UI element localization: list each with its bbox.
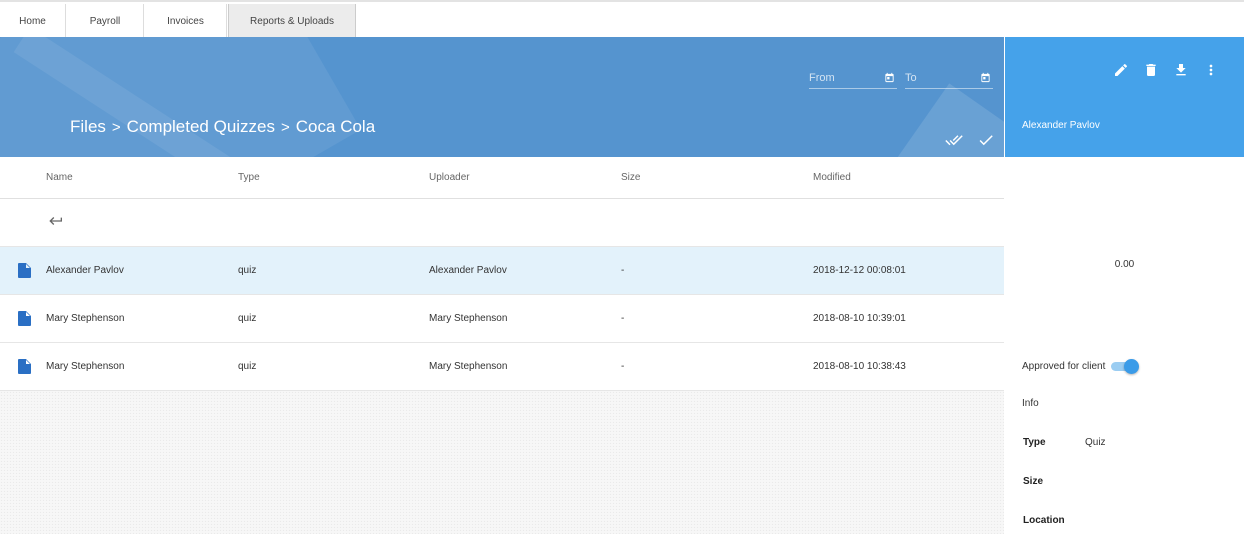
empty-area: [0, 391, 1004, 534]
files-table: Name Type Uploader Size Modified Alexand…: [0, 157, 1004, 391]
edit-icon[interactable]: [1113, 62, 1129, 78]
breadcrumb-separator: >: [111, 118, 121, 136]
info-heading: Info: [1022, 398, 1039, 409]
cell-modified: 2018-12-12 00:08:01: [813, 265, 906, 276]
calendar-icon[interactable]: [980, 72, 991, 83]
details-value: 0.00: [1114, 259, 1135, 270]
download-icon[interactable]: [1173, 62, 1189, 78]
file-icon: [18, 359, 31, 374]
cell-uploader: Mary Stephenson: [429, 313, 508, 324]
table-header-row: Name Type Uploader Size Modified: [0, 157, 1004, 199]
tab-label: Reports & Uploads: [250, 15, 334, 27]
more-vert-icon[interactable]: [1203, 62, 1219, 78]
tab-bar: Home Payroll Invoices Reports & Uploads: [0, 0, 1244, 39]
cell-size: -: [621, 265, 625, 276]
cell-type: quiz: [238, 361, 257, 372]
table-row[interactable]: Mary Stephenson quiz Mary Stephenson - 2…: [0, 295, 1004, 343]
tab-home[interactable]: Home: [0, 4, 66, 39]
cell-modified: 2018-08-10 10:38:43: [813, 361, 906, 372]
tab-label: Payroll: [89, 16, 121, 27]
check-icon[interactable]: [977, 131, 995, 149]
type-label: Type: [1023, 437, 1046, 448]
date-from-field[interactable]: From: [809, 67, 897, 89]
calendar-icon[interactable]: [884, 72, 895, 83]
cell-uploader: Mary Stephenson: [429, 361, 508, 372]
delete-icon[interactable]: [1143, 62, 1159, 78]
tab-invoices[interactable]: Invoices: [145, 4, 227, 39]
tab-reports-uploads[interactable]: Reports & Uploads: [228, 4, 356, 39]
date-to-placeholder: To: [905, 71, 917, 84]
cell-type: quiz: [238, 313, 257, 324]
breadcrumb-item-coca-cola: Coca Cola: [295, 117, 376, 136]
details-panel: Alexander Pavlov 0.00 Approved for clien…: [1005, 37, 1244, 534]
parent-folder-row[interactable]: [0, 199, 1004, 247]
return-arrow-icon[interactable]: [48, 213, 64, 229]
file-icon: [18, 263, 31, 278]
cell-type: quiz: [238, 265, 257, 276]
tab-payroll[interactable]: Payroll: [67, 4, 144, 39]
column-header-uploader[interactable]: Uploader: [429, 157, 470, 198]
breadcrumb-item-files[interactable]: Files: [70, 117, 106, 137]
cell-size: -: [621, 361, 625, 372]
breadcrumb: Files > Completed Quizzes > Coca Cola: [70, 117, 375, 137]
cell-modified: 2018-08-10 10:39:01: [813, 313, 906, 324]
date-from-placeholder: From: [809, 71, 835, 84]
breadcrumb-item-completed-quizzes[interactable]: Completed Quizzes: [127, 117, 275, 137]
approved-label: Approved for client: [1022, 360, 1106, 372]
approved-toggle[interactable]: [1111, 359, 1140, 374]
type-value: Quiz: [1085, 437, 1106, 448]
cell-uploader: Alexander Pavlov: [429, 265, 507, 276]
file-icon: [18, 311, 31, 326]
cell-name: Mary Stephenson: [46, 313, 125, 324]
toggle-knob: [1124, 359, 1140, 374]
date-to-field[interactable]: To: [905, 67, 993, 89]
size-label: Size: [1023, 476, 1044, 487]
cell-size: -: [621, 313, 625, 324]
files-header: From To Files > Completed Quizzes > Coca…: [0, 37, 1004, 157]
table-row[interactable]: Mary Stephenson quiz Mary Stephenson - 2…: [0, 343, 1004, 391]
column-header-modified[interactable]: Modified: [813, 157, 851, 198]
column-header-name[interactable]: Name: [46, 157, 73, 198]
cell-name: Alexander Pavlov: [46, 265, 124, 276]
location-label: Location: [1023, 515, 1065, 526]
approved-row: Approved for client: [1022, 359, 1140, 374]
details-panel-header: Alexander Pavlov: [1005, 37, 1244, 157]
tab-label: Home: [19, 16, 46, 27]
breadcrumb-separator: >: [281, 118, 290, 136]
details-title: Alexander Pavlov: [1022, 120, 1100, 131]
cell-name: Mary Stephenson: [46, 361, 125, 372]
tab-label: Invoices: [167, 16, 204, 27]
table-row[interactable]: Alexander Pavlov quiz Alexander Pavlov -…: [0, 247, 1004, 295]
column-header-type[interactable]: Type: [238, 157, 260, 198]
column-header-size[interactable]: Size: [621, 157, 640, 198]
double-check-icon[interactable]: [945, 131, 963, 149]
main-area: From To Files > Completed Quizzes > Coca…: [0, 37, 1004, 534]
